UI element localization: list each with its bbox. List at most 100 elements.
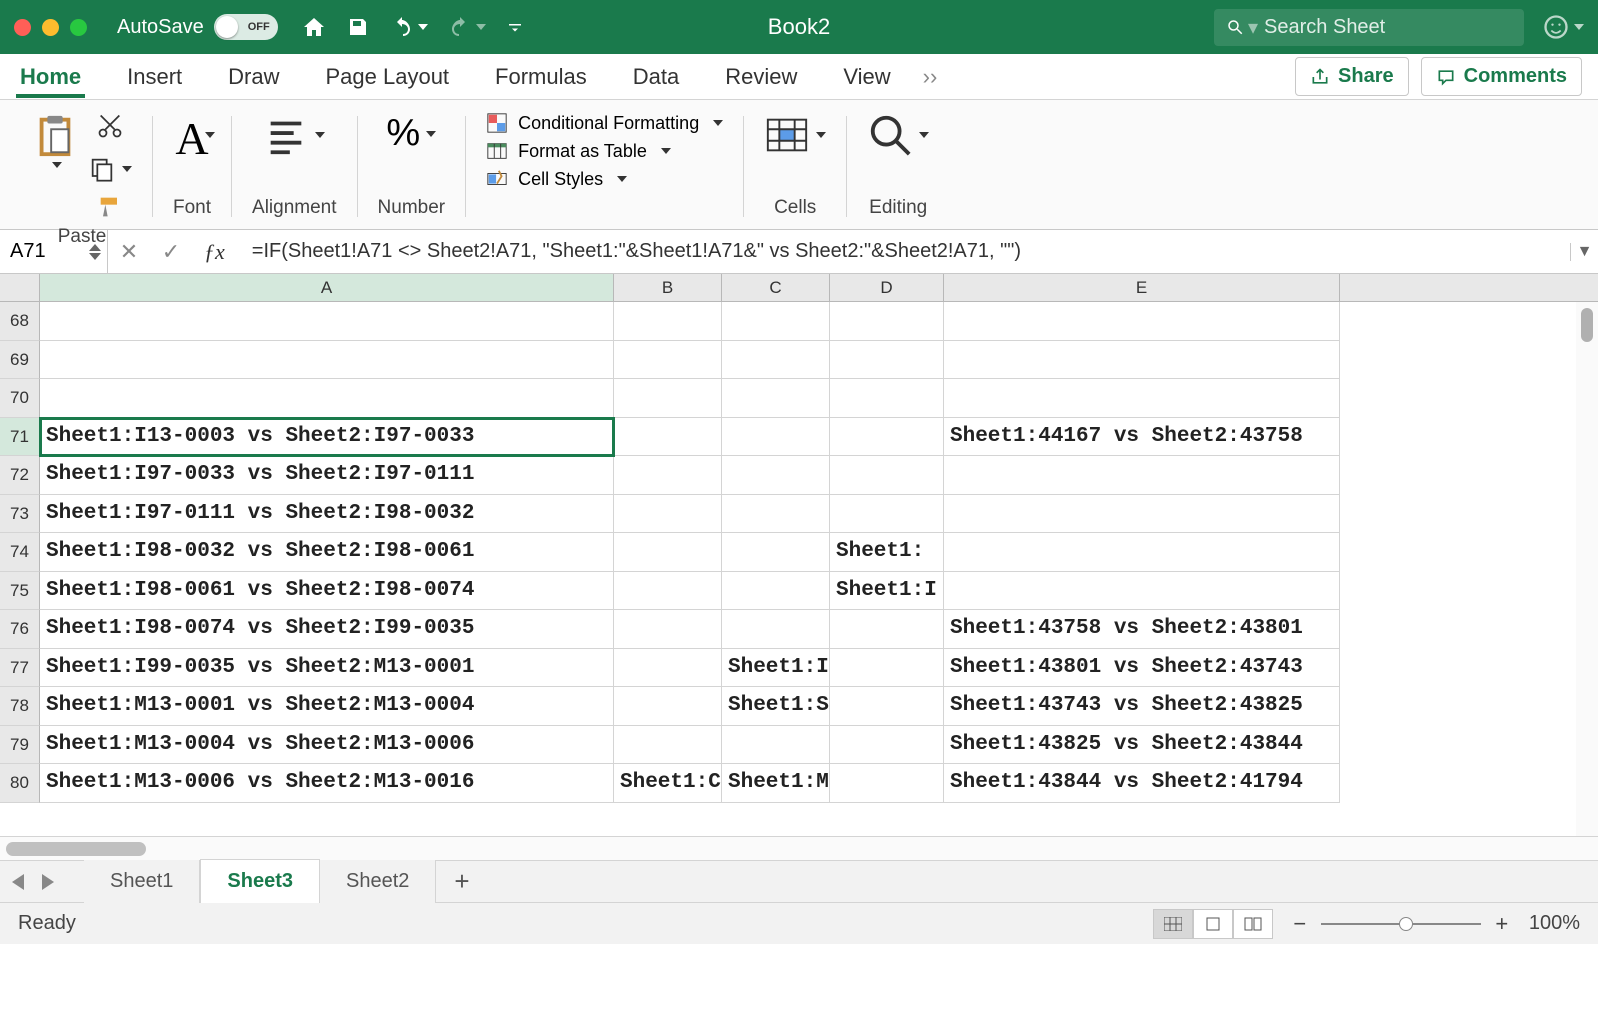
cell[interactable]	[614, 302, 722, 341]
formula-input[interactable]: =IF(Sheet1!A71 <> Sheet2!A71, "Sheet1:"&…	[238, 240, 1570, 263]
cancel-formula-button[interactable]: ✕	[108, 239, 150, 265]
column-header-a[interactable]: A	[40, 274, 614, 301]
cell[interactable]: Sheet1:M13-0004 vs Sheet2:M13-0006	[40, 726, 614, 765]
cell[interactable]	[830, 456, 944, 495]
cell[interactable]	[722, 610, 830, 649]
worksheet-grid[interactable]: A B C D E 68697071Sheet1:I13-0003 vs She…	[0, 274, 1598, 836]
cell[interactable]	[722, 379, 830, 418]
cell[interactable]	[722, 533, 830, 572]
cell[interactable]	[722, 341, 830, 380]
undo-button[interactable]	[390, 15, 428, 39]
cell[interactable]	[830, 687, 944, 726]
column-header-b[interactable]: B	[614, 274, 722, 301]
row-header[interactable]: 80	[0, 764, 40, 803]
cell[interactable]	[944, 456, 1340, 495]
row-header[interactable]: 72	[0, 456, 40, 495]
add-sheet-button[interactable]: +	[436, 858, 487, 905]
zoom-slider[interactable]: − +	[1289, 911, 1513, 937]
format-painter-button[interactable]	[96, 193, 124, 226]
cell[interactable]: Sheet1:I	[722, 649, 830, 688]
cell[interactable]	[614, 687, 722, 726]
cell[interactable]	[830, 764, 944, 803]
copy-button[interactable]	[88, 155, 132, 183]
cell[interactable]	[40, 379, 614, 418]
cell[interactable]	[944, 341, 1340, 380]
feedback-icon[interactable]	[1542, 13, 1570, 41]
row-header[interactable]: 78	[0, 687, 40, 726]
name-box-up-icon[interactable]	[89, 244, 101, 251]
cell[interactable]	[614, 726, 722, 765]
sheet-tab-sheet2[interactable]: Sheet2	[320, 860, 436, 903]
tab-page-layout[interactable]: Page Layout	[322, 58, 454, 96]
cell[interactable]: Sheet1:43825 vs Sheet2:43844	[944, 726, 1340, 765]
cell[interactable]	[614, 610, 722, 649]
column-header-e[interactable]: E	[944, 274, 1340, 301]
editing-dropdown[interactable]	[867, 112, 929, 158]
vertical-scrollbar[interactable]	[1576, 302, 1598, 836]
format-as-table-button[interactable]: Format as Table	[486, 140, 723, 162]
cell[interactable]	[722, 572, 830, 611]
tab-formulas[interactable]: Formulas	[491, 58, 591, 96]
row-header[interactable]: 68	[0, 302, 40, 341]
cell[interactable]: Sheet1:M	[722, 764, 830, 803]
fx-icon[interactable]: ƒx	[192, 239, 238, 265]
tab-insert[interactable]: Insert	[123, 58, 186, 96]
cell[interactable]	[614, 572, 722, 611]
cell[interactable]	[614, 379, 722, 418]
sheet-tab-sheet1[interactable]: Sheet1	[84, 860, 200, 903]
cell[interactable]	[40, 341, 614, 380]
cell[interactable]	[830, 495, 944, 534]
cell[interactable]: Sheet1:43758 vs Sheet2:43801	[944, 610, 1340, 649]
cell[interactable]	[722, 418, 830, 457]
cell[interactable]	[830, 610, 944, 649]
cell[interactable]	[722, 726, 830, 765]
tab-data[interactable]: Data	[629, 58, 683, 96]
name-box-down-icon[interactable]	[89, 253, 101, 260]
home-icon[interactable]	[302, 15, 326, 39]
row-header[interactable]: 70	[0, 379, 40, 418]
cell[interactable]	[614, 456, 722, 495]
font-dropdown[interactable]: A	[175, 112, 208, 165]
zoom-out-button[interactable]: −	[1289, 911, 1311, 937]
confirm-formula-button[interactable]: ✓	[150, 239, 192, 265]
cell[interactable]: Sheet1:44167 vs Sheet2:43758	[944, 418, 1340, 457]
column-header-c[interactable]: C	[722, 274, 830, 301]
autosave-toggle[interactable]: OFF	[214, 14, 278, 40]
sheet-tab-sheet3[interactable]: Sheet3	[200, 859, 320, 903]
tab-view[interactable]: View	[839, 58, 894, 96]
cell[interactable]: Sheet1:S	[722, 687, 830, 726]
row-header[interactable]: 74	[0, 533, 40, 572]
share-button[interactable]: Share	[1295, 57, 1409, 96]
comments-button[interactable]: Comments	[1421, 57, 1582, 96]
next-sheet-button[interactable]	[42, 874, 54, 890]
expand-formula-bar-button[interactable]: ▼	[1570, 243, 1598, 261]
share-dropdown-icon[interactable]	[1574, 24, 1584, 30]
cell[interactable]: Sheet1:I13-0003 vs Sheet2:I97-0033	[40, 418, 614, 457]
row-header[interactable]: 69	[0, 341, 40, 380]
cell[interactable]: Sheet1:I98-0061 vs Sheet2:I98-0074	[40, 572, 614, 611]
cell[interactable]: Sheet1:I	[830, 572, 944, 611]
cell[interactable]	[830, 726, 944, 765]
cell[interactable]	[944, 533, 1340, 572]
cut-button[interactable]	[96, 112, 124, 145]
cell[interactable]	[722, 495, 830, 534]
row-header[interactable]: 79	[0, 726, 40, 765]
cell[interactable]: Sheet1:I97-0111 vs Sheet2:I98-0032	[40, 495, 614, 534]
row-header[interactable]: 76	[0, 610, 40, 649]
cell[interactable]	[614, 533, 722, 572]
tab-draw[interactable]: Draw	[224, 58, 283, 96]
alignment-dropdown[interactable]	[263, 112, 325, 158]
cell[interactable]	[944, 572, 1340, 611]
close-window-button[interactable]	[14, 19, 31, 36]
page-break-view-button[interactable]	[1233, 909, 1273, 939]
cells-dropdown[interactable]	[764, 112, 826, 158]
redo-button[interactable]	[448, 15, 486, 39]
cell[interactable]: Sheet1:	[830, 533, 944, 572]
cell[interactable]	[944, 302, 1340, 341]
cell[interactable]: Sheet1:C	[614, 764, 722, 803]
name-box[interactable]: A71	[0, 230, 108, 273]
maximize-window-button[interactable]	[70, 19, 87, 36]
cell[interactable]: Sheet1:I99-0035 vs Sheet2:M13-0001	[40, 649, 614, 688]
cell[interactable]: Sheet1:M13-0006 vs Sheet2:M13-0016	[40, 764, 614, 803]
cell[interactable]	[944, 495, 1340, 534]
